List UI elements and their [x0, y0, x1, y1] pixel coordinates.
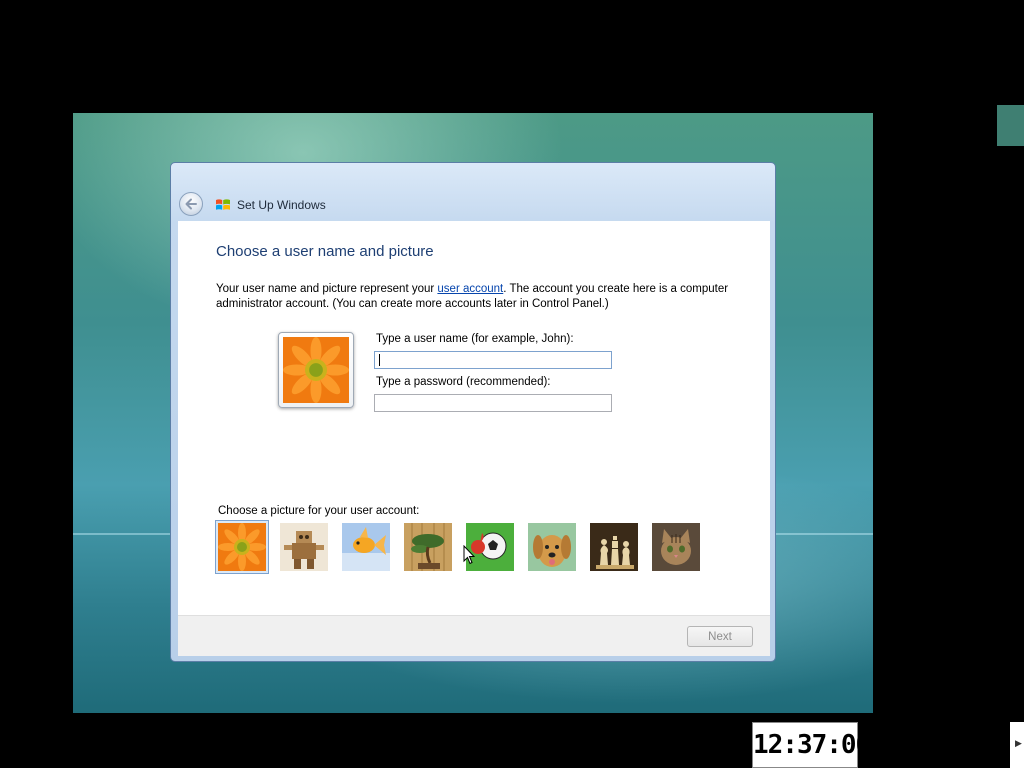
picture-option-bonsai-tree[interactable] [404, 523, 452, 571]
kitten-icon [652, 523, 700, 571]
picture-option-orange-flower[interactable] [215, 520, 269, 574]
picture-chooser-label: Choose a picture for your user account: [218, 505, 420, 517]
username-input[interactable] [374, 351, 612, 369]
setup-window: Set Up Windows Choose a user name and pi… [170, 162, 776, 662]
page-heading: Choose a user name and picture [216, 243, 434, 260]
recording-timer: 12:37:00 [752, 722, 871, 768]
picture-option-chess-pieces[interactable] [590, 523, 638, 571]
goldfish-icon [342, 523, 390, 571]
page-description: Your user name and picture represent you… [216, 282, 756, 312]
orange-flower-icon [283, 337, 349, 403]
title-bar: Set Up Windows [171, 163, 775, 221]
windows-logo-icon [216, 199, 230, 210]
dog-icon [528, 523, 576, 571]
username-label: Type a user name (for example, John): [376, 333, 574, 345]
selected-picture-preview [278, 332, 354, 408]
robot-toy-icon [280, 523, 328, 571]
text-caret [379, 354, 380, 366]
footer-bar: Next [178, 615, 770, 656]
picture-option-kitten[interactable] [652, 523, 700, 571]
picture-option-goldfish[interactable] [342, 523, 390, 571]
play-arrow-icon: ▶ [1015, 739, 1022, 749]
back-arrow-icon [185, 198, 197, 210]
picture-option-robot-toy[interactable] [280, 523, 328, 571]
description-text-start: Your user name and picture represent you… [216, 283, 438, 295]
password-label: Type a password (recommended): [376, 376, 551, 388]
picture-option-dog[interactable] [528, 523, 576, 571]
chess-pieces-icon [590, 523, 638, 571]
edge-screen-fragment [997, 105, 1024, 146]
next-button[interactable]: Next [687, 626, 753, 647]
password-input[interactable] [374, 394, 612, 412]
corner-play-indicator: ▶ [1010, 722, 1024, 768]
mouse-pointer-icon [463, 545, 475, 565]
orange-flower-icon [218, 523, 266, 571]
window-title: Set Up Windows [237, 198, 326, 212]
user-account-link[interactable]: user account [437, 283, 503, 295]
back-button[interactable] [179, 192, 203, 216]
bonsai-tree-icon [404, 523, 452, 571]
